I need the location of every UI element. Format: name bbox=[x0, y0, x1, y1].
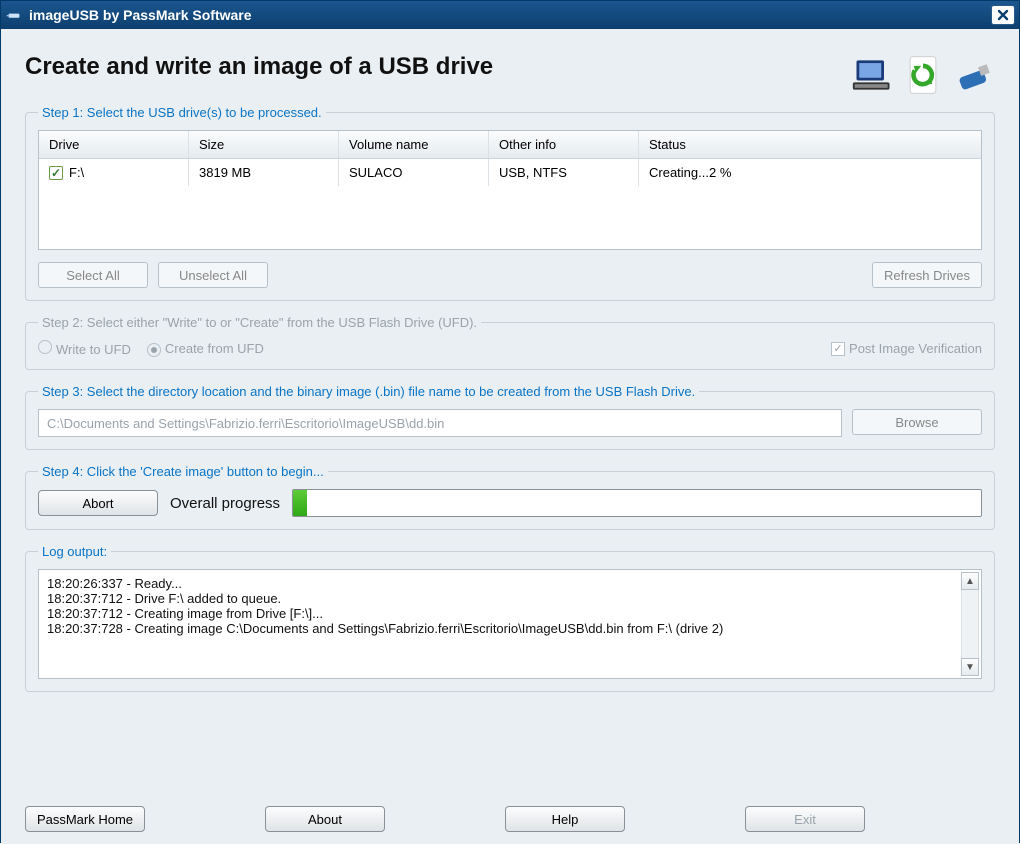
log-group: Log output: 18:20:26:337 - Ready... 18:2… bbox=[25, 544, 995, 692]
step1-legend: Step 1: Select the USB drive(s) to be pr… bbox=[38, 105, 326, 120]
unselect-all-button[interactable]: Unselect All bbox=[158, 262, 268, 288]
progress-label: Overall progress bbox=[170, 495, 280, 512]
col-drive[interactable]: Drive bbox=[39, 131, 189, 158]
step2-group: Step 2: Select either "Write" to or "Cre… bbox=[25, 315, 995, 370]
footer: PassMark Home About Help Exit bbox=[25, 796, 995, 832]
drive-list: Drive Size Volume name Other info Status… bbox=[38, 130, 982, 250]
radio-create[interactable]: Create from UFD bbox=[147, 341, 264, 357]
about-button[interactable]: About bbox=[265, 806, 385, 832]
browse-button[interactable]: Browse bbox=[852, 409, 982, 435]
step3-legend: Step 3: Select the directory location an… bbox=[38, 384, 699, 399]
log-line: 18:20:37:712 - Drive F:\ added to queue. bbox=[47, 591, 973, 606]
col-other[interactable]: Other info bbox=[489, 131, 639, 158]
refresh-document-icon bbox=[901, 53, 945, 97]
step4-group: Step 4: Click the 'Create image' button … bbox=[25, 464, 995, 530]
drive-letter: F:\ bbox=[69, 165, 84, 180]
drive-size: 3819 MB bbox=[189, 159, 339, 186]
log-scrollbar[interactable]: ▲ ▼ bbox=[961, 572, 979, 676]
computer-icon bbox=[851, 53, 895, 97]
log-legend: Log output: bbox=[38, 544, 111, 559]
usb-drive-icon bbox=[951, 53, 995, 97]
drive-status: Creating...2 % bbox=[639, 159, 981, 186]
app-icon bbox=[5, 6, 23, 24]
abort-button[interactable]: Abort bbox=[38, 490, 158, 516]
step1-group: Step 1: Select the USB drive(s) to be pr… bbox=[25, 105, 995, 301]
post-verify-checkbox[interactable]: ✓Post Image Verification bbox=[831, 341, 982, 356]
step3-group: Step 3: Select the directory location an… bbox=[25, 384, 995, 450]
exit-button[interactable]: Exit bbox=[745, 806, 865, 832]
passmark-home-button[interactable]: PassMark Home bbox=[25, 806, 145, 832]
window-title: imageUSB by PassMark Software bbox=[29, 7, 252, 23]
radio-write[interactable]: Write to UFD bbox=[38, 340, 131, 357]
step2-legend: Step 2: Select either "Write" to or "Cre… bbox=[38, 315, 481, 330]
select-all-button[interactable]: Select All bbox=[38, 262, 148, 288]
refresh-drives-button[interactable]: Refresh Drives bbox=[872, 262, 982, 288]
drive-row[interactable]: ✓ F:\ 3819 MB SULACO USB, NTFS Creating..… bbox=[39, 159, 981, 186]
log-line: 18:20:37:712 - Creating image from Drive… bbox=[47, 606, 973, 621]
progress-bar bbox=[292, 489, 982, 517]
col-status[interactable]: Status bbox=[639, 131, 981, 158]
log-line: 18:20:37:728 - Creating image C:\Documen… bbox=[47, 621, 973, 636]
page-title: Create and write an image of a USB drive bbox=[25, 53, 851, 81]
progress-fill bbox=[293, 490, 307, 516]
app-window: imageUSB by PassMark Software Create and… bbox=[0, 0, 1020, 843]
titlebar[interactable]: imageUSB by PassMark Software bbox=[1, 1, 1019, 29]
log-line: 18:20:26:337 - Ready... bbox=[47, 576, 973, 591]
header-illustration bbox=[851, 53, 995, 97]
close-button[interactable] bbox=[991, 5, 1015, 25]
drive-checkbox[interactable]: ✓ bbox=[49, 166, 63, 180]
help-button[interactable]: Help bbox=[505, 806, 625, 832]
drive-volume: SULACO bbox=[339, 159, 489, 186]
path-input[interactable]: C:\Documents and Settings\Fabrizio.ferri… bbox=[38, 409, 842, 437]
scroll-up-icon[interactable]: ▲ bbox=[961, 572, 979, 590]
col-volume[interactable]: Volume name bbox=[339, 131, 489, 158]
drive-list-header: Drive Size Volume name Other info Status bbox=[39, 131, 981, 159]
drive-other: USB, NTFS bbox=[489, 159, 639, 186]
col-size[interactable]: Size bbox=[189, 131, 339, 158]
log-output[interactable]: 18:20:26:337 - Ready... 18:20:37:712 - D… bbox=[38, 569, 982, 679]
scroll-down-icon[interactable]: ▼ bbox=[961, 658, 979, 676]
step4-legend: Step 4: Click the 'Create image' button … bbox=[38, 464, 328, 479]
scroll-track[interactable] bbox=[961, 590, 979, 658]
